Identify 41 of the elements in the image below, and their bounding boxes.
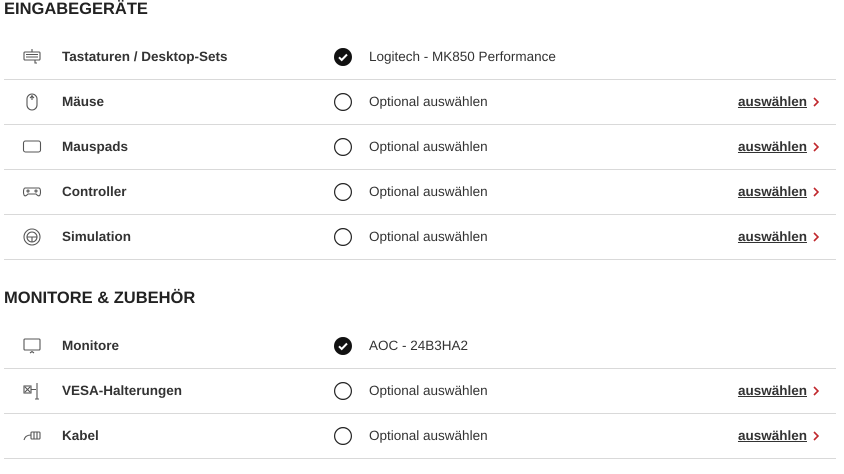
category-label: Mauspads	[62, 138, 130, 156]
category-label: VESA-Halterungen	[62, 382, 184, 400]
chevron-right-icon	[813, 431, 819, 441]
radio-button[interactable]	[334, 382, 352, 400]
radio-button[interactable]	[334, 183, 352, 201]
steering-wheel-icon	[22, 227, 42, 247]
chevron-right-icon	[813, 386, 819, 396]
monitor-mount-icon	[22, 381, 42, 401]
chevron-right-icon	[813, 232, 819, 242]
category-label: Tastaturen / Desktop-Sets	[62, 48, 229, 66]
checked-radio[interactable]	[334, 337, 352, 355]
selected-product: Logitech - MK850 Performance	[369, 48, 557, 66]
checked-radio[interactable]	[334, 48, 352, 66]
select-link[interactable]: auswählen	[738, 136, 807, 158]
chevron-right-icon	[813, 97, 819, 107]
radio-button[interactable]	[334, 93, 352, 111]
option-text: Optional auswählen	[369, 138, 489, 156]
option-text: Optional auswählen	[369, 382, 489, 400]
select-link[interactable]: auswählen	[738, 226, 807, 248]
selected-product: AOC - 24B3HA2	[369, 336, 470, 355]
category-label: Kabel	[62, 426, 100, 445]
category-label: Controller	[62, 182, 128, 201]
monitor-icon	[22, 336, 42, 356]
radio-button[interactable]	[334, 138, 352, 156]
select-link[interactable]: auswählen	[738, 380, 807, 402]
option-text: Optional auswählen	[369, 228, 489, 246]
option-text: Optional auswählen	[369, 92, 489, 111]
category-label: Simulation	[62, 228, 132, 246]
option-text: Optional auswählen	[369, 426, 489, 445]
option-text: Optional auswählen	[369, 182, 489, 201]
chevron-right-icon	[813, 187, 819, 197]
category-label: Monitore	[62, 336, 120, 355]
chevron-right-icon	[813, 142, 819, 152]
radio-button[interactable]	[334, 228, 352, 246]
select-link[interactable]: auswählen	[738, 426, 807, 446]
radio-button[interactable]	[334, 427, 352, 445]
category-label: Mäuse	[62, 92, 106, 111]
select-link[interactable]: auswählen	[738, 182, 807, 202]
select-link[interactable]: auswählen	[738, 92, 807, 112]
section-heading: EINGABEGERÄTE	[4, 0, 149, 18]
section-heading: MONITORE & ZUBEHÖR	[4, 289, 196, 307]
